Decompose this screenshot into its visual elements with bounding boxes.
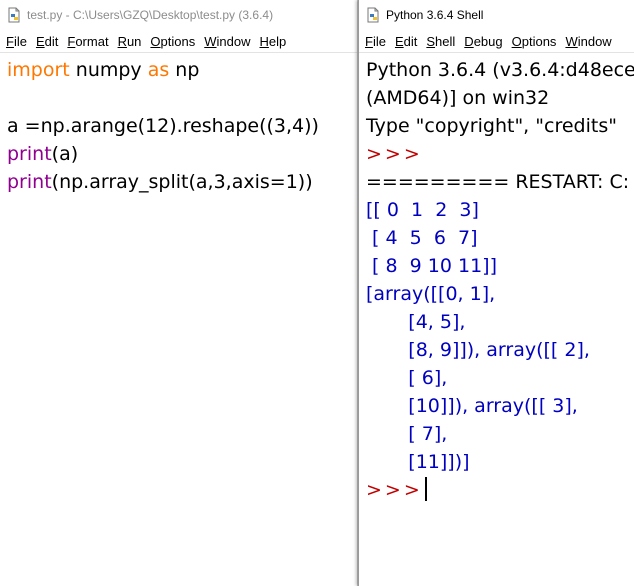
menu-window[interactable]: Window xyxy=(563,34,617,49)
shell-title: Python 3.6.4 Shell xyxy=(386,8,484,22)
builtin-print: print xyxy=(7,143,52,165)
python-file-icon xyxy=(8,7,20,23)
output-line: [10]]), array([[ 3], xyxy=(366,395,578,417)
prompt-line: >>> xyxy=(366,140,634,168)
prompt: >>> xyxy=(366,479,423,501)
banner-line: Type "copyright", "credits" xyxy=(366,115,617,137)
keyword-import: import xyxy=(7,59,70,81)
editor-menu-bar: File Edit Format Run Options Window Help xyxy=(0,30,357,53)
menu-debug[interactable]: Debug xyxy=(462,34,508,49)
menu-options[interactable]: Options xyxy=(510,34,563,49)
code-token: np xyxy=(169,59,200,81)
output-line: [8, 9]]), array([[ 2], xyxy=(366,339,590,361)
menu-help[interactable]: Help xyxy=(258,34,293,49)
code-line: a =np.arange(12).reshape((3,4)) xyxy=(7,115,319,137)
output-line: [[ 0 1 2 3] xyxy=(366,199,479,221)
menu-file[interactable]: File xyxy=(363,34,392,49)
banner-line: Python 3.6.4 (v3.6.4:d48ece xyxy=(366,59,634,81)
code-token: (np.array_split(a,3,axis=1)) xyxy=(51,171,313,193)
menu-file[interactable]: File xyxy=(4,34,33,49)
output-line: [11]])] xyxy=(366,451,470,473)
output-line: [ 7], xyxy=(366,423,448,445)
banner-line: (AMD64)] on win32 xyxy=(366,87,550,109)
code-token: (a) xyxy=(51,143,79,165)
editor-title: test.py - C:\Users\GZQ\Desktop\test.py (… xyxy=(27,8,274,22)
restart-line: ========= RESTART: C: xyxy=(366,171,630,193)
output-line: [4, 5], xyxy=(366,311,466,333)
menu-options[interactable]: Options xyxy=(148,34,201,49)
code-editor-area[interactable]: import numpy as np a =np.arange(12).resh… xyxy=(0,53,357,196)
menu-run[interactable]: Run xyxy=(116,34,148,49)
shell-menu-bar: File Edit Shell Debug Options Window xyxy=(359,30,634,53)
editor-window: test.py - C:\Users\GZQ\Desktop\test.py (… xyxy=(0,0,358,586)
keyword-as: as xyxy=(147,59,170,81)
python-shell-icon xyxy=(367,7,379,23)
menu-window[interactable]: Window xyxy=(202,34,256,49)
builtin-print: print xyxy=(7,171,52,193)
shell-window: Python 3.6.4 Shell File Edit Shell Debug… xyxy=(358,0,634,586)
text-cursor xyxy=(424,477,427,501)
code-line: print(a) xyxy=(7,140,357,168)
shell-title-bar[interactable]: Python 3.6.4 Shell xyxy=(359,0,634,30)
prompt-line: >>> xyxy=(366,476,634,504)
output-line: [ 8 9 10 11]] xyxy=(366,255,498,277)
shell-output-area[interactable]: Python 3.6.4 (v3.6.4:d48ece (AMD64)] on w… xyxy=(359,53,634,504)
code-line: import numpy as np xyxy=(7,56,357,84)
menu-format[interactable]: Format xyxy=(65,34,114,49)
output-line: [ 4 5 6 7] xyxy=(366,227,478,249)
output-line: [ 6], xyxy=(366,367,448,389)
code-line: print(np.array_split(a,3,axis=1)) xyxy=(7,168,357,196)
output-line: [array([[0, 1], xyxy=(366,283,496,305)
menu-shell[interactable]: Shell xyxy=(424,34,461,49)
menu-edit[interactable]: Edit xyxy=(34,34,64,49)
code-token: numpy xyxy=(69,59,148,81)
prompt: >>> xyxy=(366,143,423,165)
menu-edit[interactable]: Edit xyxy=(393,34,423,49)
editor-title-bar[interactable]: test.py - C:\Users\GZQ\Desktop\test.py (… xyxy=(0,0,357,30)
